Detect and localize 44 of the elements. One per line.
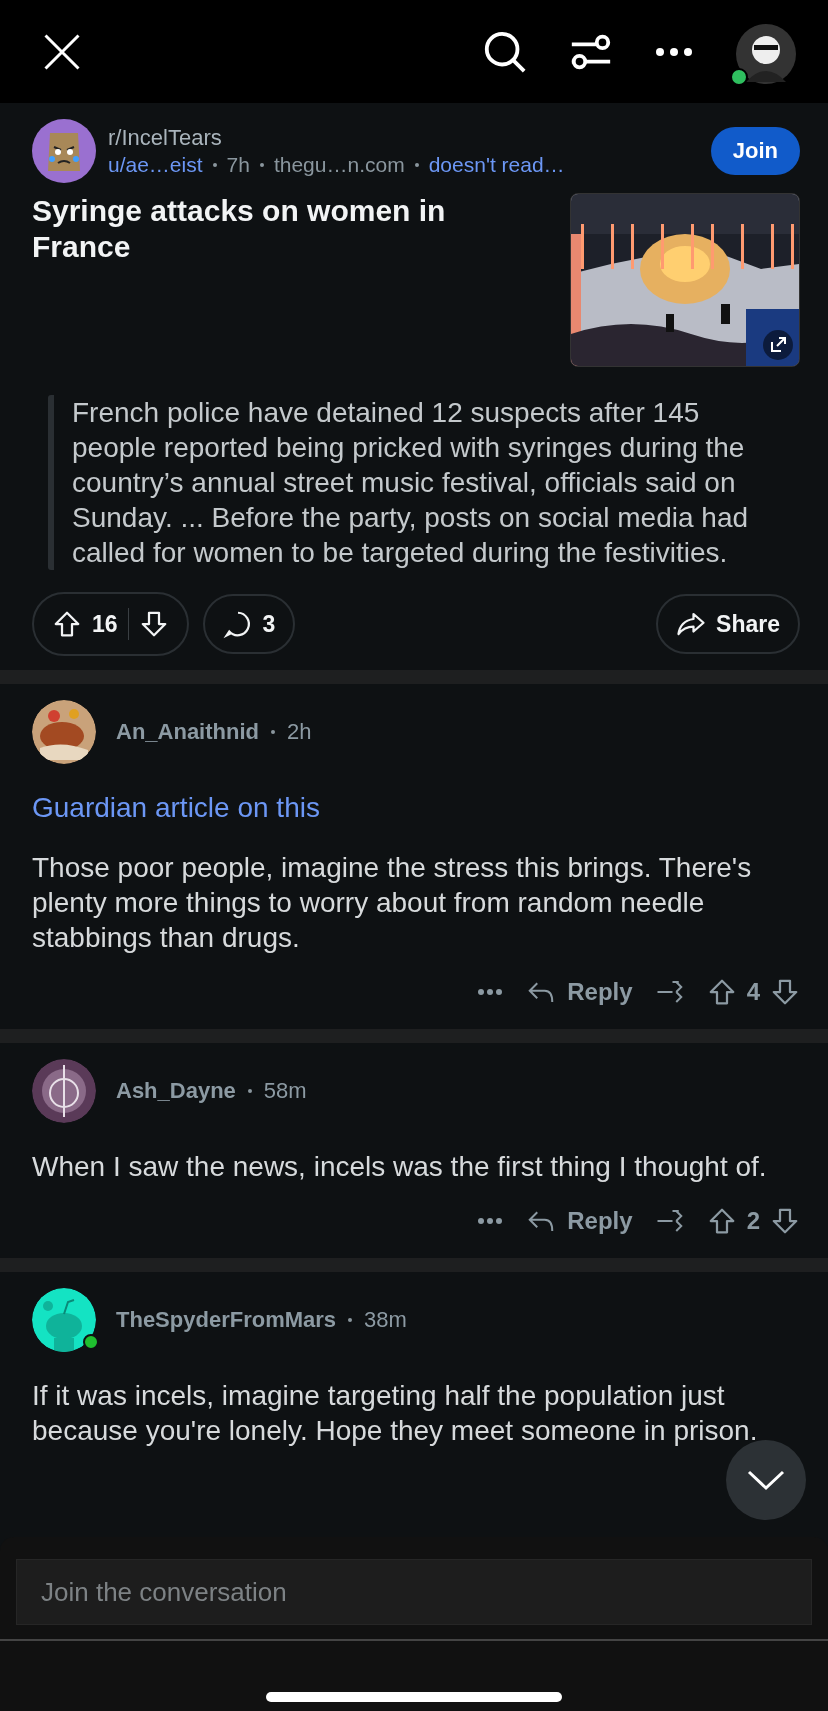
meta-separator <box>348 1318 353 1322</box>
vote-control[interactable]: 16 <box>32 592 189 656</box>
join-button[interactable]: Join <box>710 127 800 175</box>
article-link[interactable]: Guardian article on this <box>32 792 320 824</box>
subreddit-icon[interactable] <box>32 119 96 183</box>
comment-time: 58m <box>263 1078 307 1104</box>
more-icon[interactable] <box>477 988 504 996</box>
subreddit-name[interactable]: r/IncelTears <box>108 125 699 151</box>
comment-score: 4 <box>746 978 760 1006</box>
meta-separator <box>259 163 264 167</box>
meta-separator <box>414 163 419 167</box>
meta-separator <box>247 1089 252 1093</box>
comment-author[interactable]: TheSpyderFromMars <box>116 1307 337 1333</box>
comment-time: 2h <box>287 719 312 745</box>
user-flair: doesn't read… <box>428 153 565 177</box>
upvote-icon[interactable] <box>52 609 82 639</box>
comment-time: 38m <box>364 1307 407 1333</box>
comments-button[interactable]: 3 <box>202 594 296 654</box>
downvote-icon[interactable] <box>770 1206 800 1236</box>
comment-input[interactable]: Join the conversation <box>16 1559 812 1625</box>
share-button[interactable]: Share <box>656 594 800 654</box>
vote-count: 16 <box>92 610 118 638</box>
article-excerpt: French police have detained 12 suspects after 145 people reported being pricked with syringes during the country’s annual street music festival, officials said on Sunday. ... Before the party, posts on social media had called for women to be targeted during the festivities. <box>48 395 800 570</box>
post-domain[interactable]: thegu…n.com <box>273 153 405 177</box>
comment-author[interactable]: An_Anaithnid <box>116 719 259 745</box>
more-icon[interactable] <box>654 45 694 58</box>
post-title: Syringe attacks on women in France <box>32 193 447 265</box>
comment-text: If it was incels, imagine targeting half the population just because you're lonely. Hope they meet someone in prison. <box>32 1379 759 1448</box>
post-time: 7h <box>226 153 250 177</box>
meta-separator <box>271 730 275 734</box>
comment-author[interactable]: Ash_Dayne <box>116 1078 236 1104</box>
meta-separator <box>212 163 217 167</box>
comment-text: When I saw the news, incels was the first thing I thought of. <box>32 1150 768 1184</box>
comment-score: 2 <box>746 1207 760 1235</box>
external-link-icon[interactable] <box>763 330 793 360</box>
author-link[interactable]: u/ae…eist <box>108 153 203 177</box>
chevron-down-icon <box>746 1468 786 1492</box>
comment-text: Those poor people, imagine the stress this brings. There's plenty more things to worry about from random needle stabbings than drugs. <box>32 851 753 955</box>
speech-bubble-icon <box>222 609 253 639</box>
reply-button[interactable]: Reply <box>525 1206 633 1236</box>
more-icon[interactable] <box>477 1217 504 1225</box>
downvote-icon[interactable] <box>770 977 800 1007</box>
avatar-silhouette-icon <box>32 1288 96 1352</box>
reply-button[interactable]: Reply <box>525 977 633 1007</box>
